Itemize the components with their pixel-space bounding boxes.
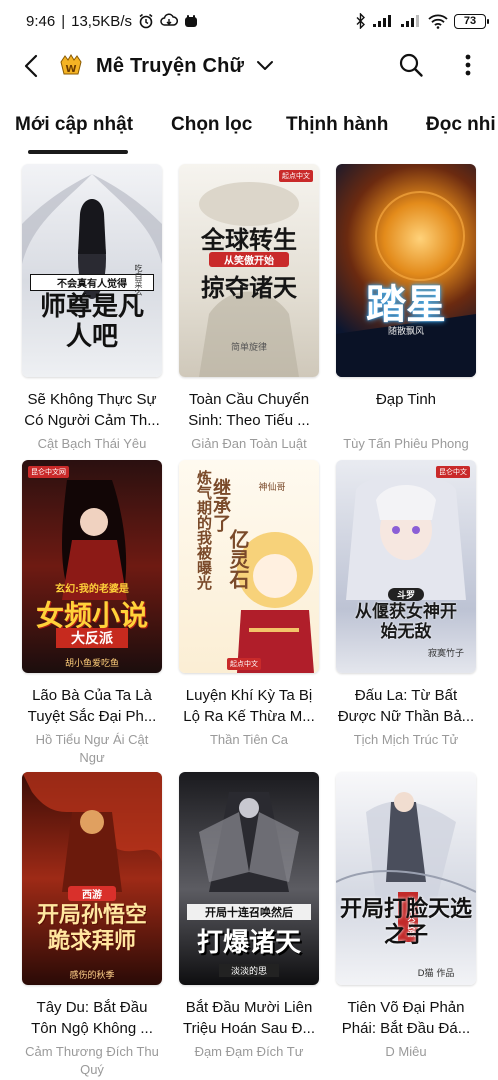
publisher-badge: 昆仑中文: [436, 466, 470, 478]
cover-text-top: 开局十连召唤然后: [187, 904, 311, 920]
book-cover: 踏星 随散飘风: [336, 164, 476, 377]
book-cover: 昆仑中文 斗罗 从偃获女神开始无敌 寂寞竹子: [336, 460, 476, 673]
cover-text-top: 玄幻:我的老婆是: [55, 584, 129, 595]
book-card[interactable]: 起点中文 炼气期的我被曝光 继承了 亿灵石 神仙哥 Luyện Khí Kỳ T…: [179, 460, 319, 749]
more-vertical-icon: [465, 54, 471, 76]
cover-title-top: 全球转生: [201, 225, 297, 254]
book-cover: 起点中文 炼气期的我被曝光 继承了 亿灵石 神仙哥: [179, 460, 319, 673]
app-title: Mê Truyện Chữ: [96, 54, 245, 77]
book-author: Cật Bạch Thái Yêu: [37, 436, 147, 451]
status-bar: 9:46 | 13,5KB/s 73: [0, 0, 498, 42]
cover-text-top: 西游: [68, 886, 116, 901]
cloud-download-icon: [160, 13, 178, 29]
search-button[interactable]: [394, 48, 428, 82]
status-time: 9:46: [26, 12, 56, 30]
cover-author-text: 淡淡的思: [219, 964, 279, 977]
cover-title-text: 打爆诸天: [196, 928, 301, 958]
tab-moi-cap-nhat[interactable]: Mới cập nhật: [15, 114, 133, 136]
cover-title-text: 开局孙悟空跪求拜师: [36, 902, 147, 954]
book-author: Giản Đan Toàn Luật: [191, 436, 307, 451]
cover-author-text: 寂寞竹子: [427, 649, 464, 659]
book-cover: 仙武大反派 开局打脸天选之子 D猫 作品: [336, 772, 476, 985]
book-card[interactable]: 起点中文 全球转生 从笑傲开始 掠夺诸天 简单旋律 Toàn Cầu Chuyể…: [179, 164, 319, 453]
cover-text-top: 斗罗: [388, 588, 424, 601]
svg-text:W: W: [65, 64, 76, 75]
cover-author-text: 随散飘风: [387, 327, 424, 337]
book-author: Đạm Đạm Đích Tư: [194, 1044, 304, 1059]
book-author: Tịch Mịch Trúc Tử: [353, 732, 459, 747]
category-tabs: Mới cập nhật Chọn lọc Thịnh hành Đọc nhi: [0, 100, 498, 154]
cover-title-text: 踏星: [366, 281, 446, 328]
cover-title-text: 师尊是凡人吧: [39, 292, 144, 352]
book-author: D Miêu: [385, 1044, 427, 1059]
book-card[interactable]: 西游 开局孙悟空跪求拜师 感伤的秋季 Tây Du: Bắt Đầu Tôn N…: [22, 772, 162, 1079]
active-tab-indicator: [28, 150, 128, 154]
cover-subtitle: 大反派: [56, 628, 128, 648]
app-notification-icon: [184, 14, 198, 28]
chevron-left-icon: [24, 54, 38, 78]
book-card[interactable]: 昆仑中文网 玄幻:我的老婆是 女频小说 大反派 胡小鱼爱吃鱼 Lão Bà Củ…: [22, 460, 162, 767]
cover-author-text: 胡小鱼爱吃鱼: [64, 659, 119, 669]
cover-title-text: 亿灵石: [226, 529, 250, 589]
tab-thinh-hanh[interactable]: Thịnh hành: [286, 114, 388, 136]
status-separator: |: [61, 12, 66, 30]
book-card[interactable]: 开局十连召唤然后 打爆诸天 淡淡的思 Bắt Đầu Mười Liên Tri…: [179, 772, 319, 1061]
cover-author-text: 简单旋律: [230, 343, 267, 353]
book-card[interactable]: 昆仑中文 斗罗 从偃获女神开始无敌 寂寞竹子 Đấu La: Từ Bất Đư…: [336, 460, 476, 749]
back-button[interactable]: [18, 46, 44, 86]
book-card[interactable]: 不会真有人觉得 师尊是凡人吧 吃白菜么 Sẽ Không Thực Sự Có …: [22, 164, 162, 453]
book-title: Tiên Võ Đại Phản Phái: Bắt Đầu Đá...: [341, 999, 471, 1037]
book-author: Cảm Thương Đích Thu Quý: [25, 1044, 159, 1077]
book-title: Luyện Khí Kỳ Ta Bị Lộ Ra Kế Thừa M...: [183, 687, 315, 725]
book-title: Toàn Cầu Chuyển Sinh: Theo Tiếu ...: [188, 391, 310, 429]
bluetooth-icon: [356, 13, 366, 29]
cover-author-text: D猫 作品: [417, 969, 455, 979]
title-dropdown-button[interactable]: [256, 60, 274, 72]
book-title: Sẽ Không Thực Sự Có Người Cảm Th...: [24, 391, 160, 429]
book-card[interactable]: 踏星 随散飘风 Đạp Tinh Tùy Tấn Phiêu Phong: [336, 164, 476, 453]
cover-title-text: 开局打脸天选之子: [340, 896, 473, 948]
app-logo-icon: W: [58, 53, 84, 79]
book-cover: 起点中文 全球转生 从笑傲开始 掠夺诸天 简单旋律: [179, 164, 319, 377]
book-cover: 不会真有人觉得 师尊是凡人吧 吃白菜么: [22, 164, 162, 377]
cover-author-text: 感伤的秋季: [69, 971, 115, 981]
book-title: Tây Du: Bắt Đầu Tôn Ngộ Không ...: [31, 999, 153, 1037]
book-author: Tùy Tấn Phiêu Phong: [343, 436, 469, 451]
book-author: Thần Tiên Ca: [209, 732, 289, 747]
cover-title-text: 掠夺诸天: [201, 273, 297, 302]
status-speed: 13,5KB/s: [71, 12, 132, 30]
publisher-badge: 起点中文: [227, 658, 261, 670]
signal-icon: [372, 14, 394, 28]
book-cover: 西游 开局孙悟空跪求拜师 感伤的秋季: [22, 772, 162, 985]
book-cover: 开局十连召唤然后 打爆诸天 淡淡的思: [179, 772, 319, 985]
book-author: Hồ Tiểu Ngư Ái Cật Ngư: [35, 732, 149, 765]
cover-subtitle: 从笑傲开始: [209, 252, 289, 267]
wifi-icon: [428, 14, 448, 29]
cover-title-text: 从偃获女神开始无敌: [355, 602, 457, 642]
publisher-badge: 昆仑中文网: [28, 466, 69, 478]
battery-icon: 73: [454, 13, 489, 29]
app-bar: W Mê Truyện Chữ: [0, 42, 498, 90]
more-options-button[interactable]: [456, 48, 480, 82]
tab-chon-loc[interactable]: Chọn lọc: [171, 114, 252, 136]
book-cover: 昆仑中文网 玄幻:我的老婆是 女频小说 大反派 胡小鱼爱吃鱼: [22, 460, 162, 673]
book-card[interactable]: 仙武大反派 开局打脸天选之子 D猫 作品 Tiên Võ Đại Phản Ph…: [336, 772, 476, 1061]
book-title: Đạp Tinh: [375, 391, 437, 408]
chevron-down-icon: [257, 61, 274, 70]
publisher-badge: 起点中文: [279, 170, 313, 182]
alarm-icon: [138, 13, 154, 29]
tab-doc-nhi[interactable]: Đọc nhi: [426, 114, 496, 136]
signal-icon-2: [400, 14, 422, 28]
cover-author-text: 神仙哥: [258, 483, 286, 493]
search-icon: [399, 53, 423, 77]
book-title: Đấu La: Từ Bất Được Nữ Thần Bả...: [337, 687, 475, 725]
cover-author-text: 吃白菜么: [134, 264, 143, 296]
book-title: Lão Bà Của Ta Là Tuyệt Sắc Đại Ph...: [27, 687, 157, 725]
book-title: Bắt Đầu Mười Liên Triệu Hoán Sau Đ...: [182, 999, 315, 1037]
